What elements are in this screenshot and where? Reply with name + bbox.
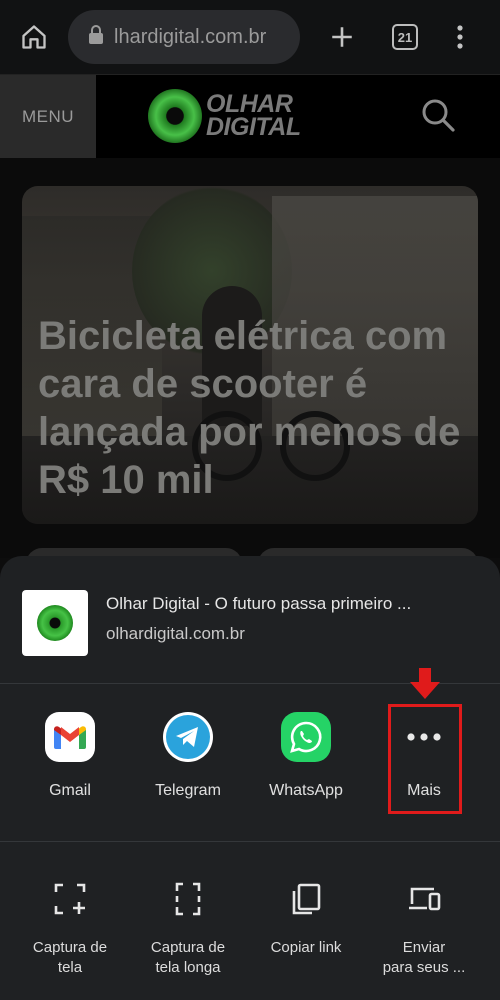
share-app-label: Gmail [49, 782, 91, 799]
plus-icon [332, 27, 352, 47]
browser-screen: lhardigital.com.br 21 MENU OLHAR DIGITAL [0, 0, 500, 1000]
more-vert-icon[interactable] [448, 20, 472, 54]
copy-icon [292, 883, 321, 915]
action-screenshot[interactable]: Captura de tela [10, 882, 130, 978]
share-app-gmail[interactable]: Gmail [15, 712, 125, 822]
highlight-box [388, 704, 462, 814]
share-actions-row: Captura de tela Captura de tela longa Co… [0, 842, 500, 1000]
action-label: Copiar link [270, 939, 342, 956]
share-sheet: Olhar Digital - O futuro passa primeiro … [0, 556, 500, 1000]
send-to-devices-icon [409, 887, 441, 911]
long-screenshot-icon [175, 882, 201, 916]
site-menu-button[interactable]: MENU [0, 75, 96, 159]
screenshot-icon [54, 883, 86, 915]
tab-switcher-button[interactable]: 21 [392, 24, 418, 50]
url-text: lhardigital.com.br [114, 25, 267, 48]
article-card[interactable]: Bicicleta elétrica com cara de scooter é… [22, 186, 478, 524]
url-bar[interactable]: lhardigital.com.br [68, 10, 300, 64]
share-app-label: Telegram [155, 782, 221, 799]
browser-toolbar: lhardigital.com.br 21 [0, 0, 500, 74]
site-header: MENU OLHAR DIGITAL [0, 74, 500, 159]
whatsapp-icon [281, 712, 331, 762]
share-sheet-header: Olhar Digital - O futuro passa primeiro … [0, 556, 500, 684]
gmail-icon [45, 712, 95, 762]
home-icon[interactable] [16, 20, 52, 54]
action-label: Captura de tela [32, 939, 108, 976]
share-app-label: WhatsApp [269, 782, 343, 799]
new-tab-button[interactable] [326, 20, 358, 54]
logo-line2: DIGITAL [206, 113, 301, 141]
article-headline: Bicicleta elétrica com cara de scooter é… [38, 314, 461, 502]
share-app-whatsapp[interactable]: WhatsApp [251, 712, 361, 822]
action-send-to-devices[interactable]: Enviar para seus ... [364, 882, 484, 978]
shared-page-url: olhardigital.com.br [106, 624, 245, 643]
shared-page-title: Olhar Digital - O futuro passa primeiro … [106, 594, 412, 613]
telegram-icon [163, 712, 213, 762]
share-app-telegram[interactable]: Telegram [133, 712, 243, 822]
action-label: Enviar para seus ... [382, 939, 466, 976]
action-copy-link[interactable]: Copiar link [246, 882, 366, 958]
action-label: Captura de tela longa [150, 939, 226, 976]
search-icon[interactable] [420, 97, 456, 133]
favicon-eye-icon [37, 605, 73, 641]
logo-eye-icon [148, 89, 202, 143]
site-logo[interactable]: OLHAR DIGITAL [148, 85, 328, 147]
arrow-down-icon [410, 668, 440, 699]
lock-icon [88, 24, 104, 50]
site-favicon [22, 590, 88, 656]
action-long-screenshot[interactable]: Captura de tela longa [128, 882, 248, 978]
